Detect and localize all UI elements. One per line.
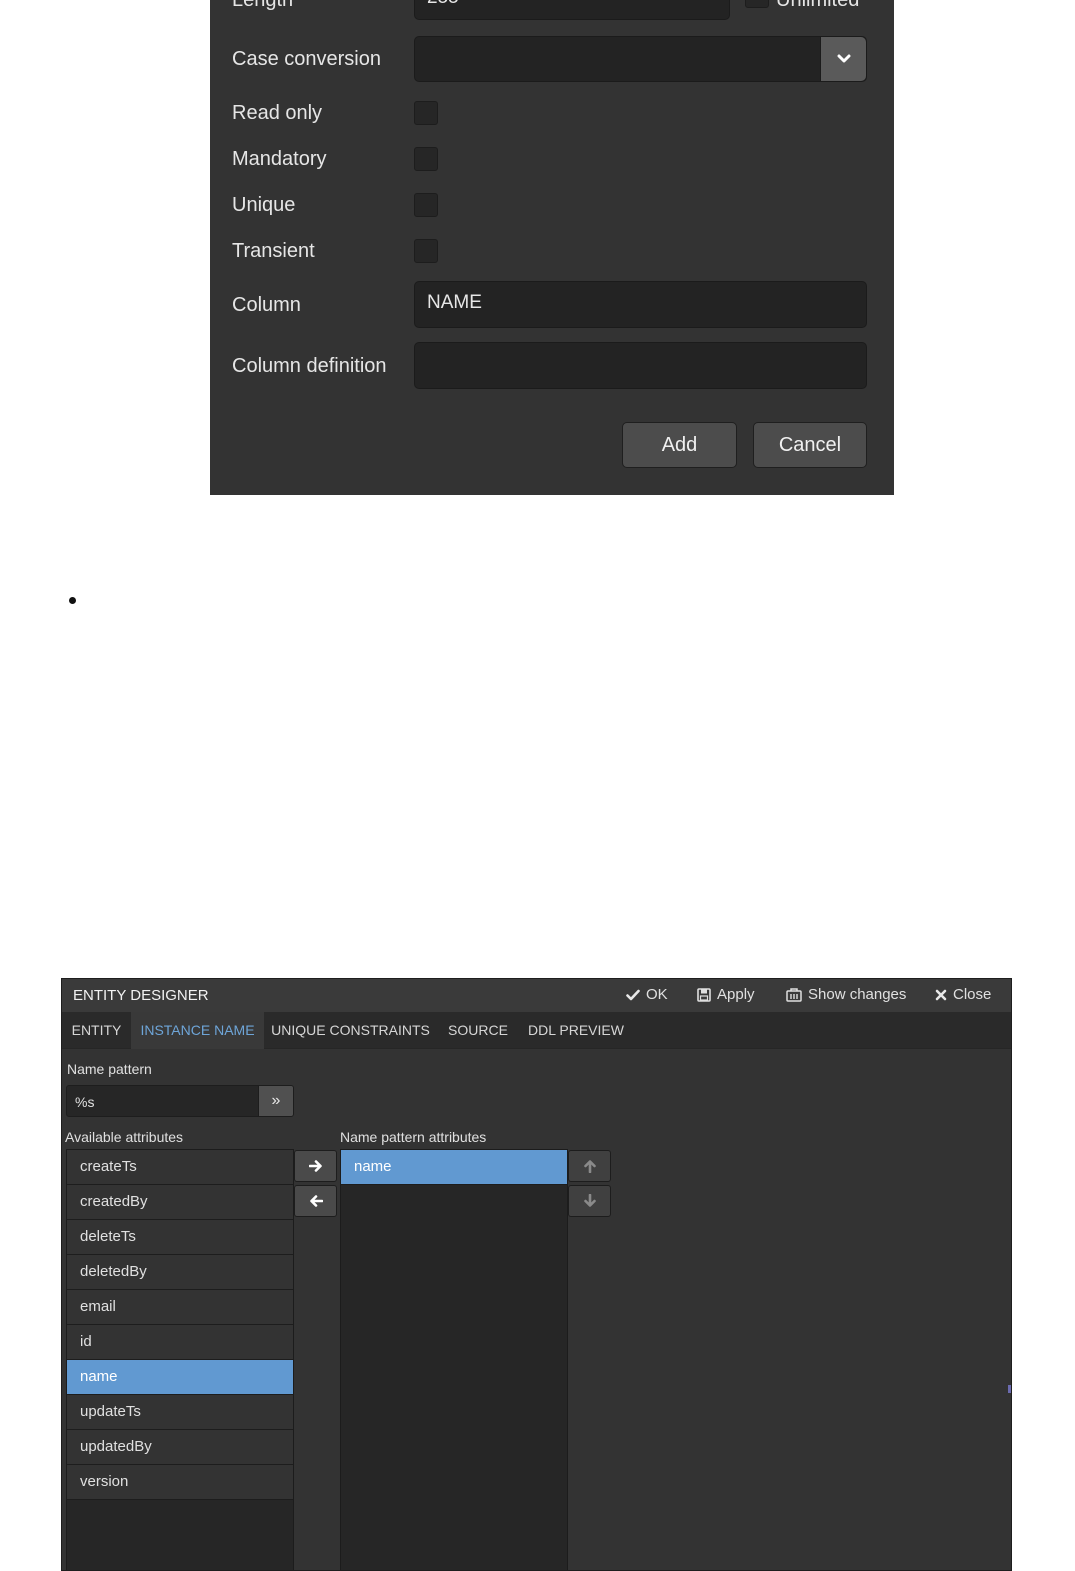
available-attributes-label: Available attributes <box>65 1129 184 1145</box>
column-input[interactable]: NAME <box>414 281 867 328</box>
name-pattern-attributes-list[interactable]: name <box>340 1149 568 1570</box>
name-pattern-label: Name pattern <box>67 1061 152 1077</box>
transient-label: Transient <box>232 240 315 262</box>
unlimited-checkbox[interactable] <box>745 0 769 8</box>
read-only-label: Read only <box>232 102 323 124</box>
list-item[interactable]: version <box>67 1465 293 1500</box>
arrow-down-icon <box>583 1194 596 1207</box>
list-item-selected[interactable]: name <box>67 1360 293 1395</box>
list-item[interactable]: updatedBy <box>67 1430 293 1465</box>
list-item[interactable]: createTs <box>67 1150 293 1185</box>
unlimited-label: Unlimited <box>776 0 860 11</box>
list-item[interactable]: updateTs <box>67 1395 293 1430</box>
entity-designer-window: ENTITY DESIGNER OK Apply Show changes Cl… <box>61 978 1012 1571</box>
designer-header: ENTITY DESIGNER OK Apply Show changes Cl… <box>62 979 1011 1012</box>
column-value: NAME <box>427 292 482 313</box>
name-pattern-input[interactable]: %s <box>66 1085 259 1117</box>
available-attributes-list[interactable]: createTs createdBy deleteTs deletedBy em… <box>66 1149 294 1570</box>
column-definition-label: Column definition <box>232 355 387 377</box>
designer-tabs: ENTITY INSTANCE NAME UNIQUE CONSTRAINTS … <box>62 1012 1011 1049</box>
ok-button[interactable]: OK <box>626 986 668 1003</box>
case-conversion-label: Case conversion <box>232 48 381 70</box>
tab-entity[interactable]: ENTITY <box>62 1012 131 1049</box>
dropdown-button[interactable] <box>820 37 866 81</box>
mandatory-label: Mandatory <box>232 148 327 170</box>
cancel-button[interactable]: Cancel <box>753 422 867 468</box>
list-item[interactable]: id <box>67 1325 293 1360</box>
case-conversion-select[interactable] <box>414 36 867 82</box>
column-definition-input[interactable] <box>414 342 867 389</box>
apply-button[interactable]: Apply <box>697 986 755 1003</box>
read-only-checkbox[interactable] <box>414 101 438 125</box>
arrow-left-icon <box>309 1195 323 1207</box>
unique-label: Unique <box>232 194 296 216</box>
ok-label: OK <box>646 986 668 1003</box>
tab-unique-constraints[interactable]: UNIQUE CONSTRAINTS <box>264 1012 437 1049</box>
list-item[interactable]: deleteTs <box>67 1220 293 1255</box>
unique-checkbox[interactable] <box>414 193 438 217</box>
name-pattern-attributes-label: Name pattern attributes <box>340 1129 487 1145</box>
name-pattern-apply-button[interactable]: » <box>258 1085 294 1117</box>
add-attribute-button[interactable] <box>294 1150 337 1182</box>
list-item[interactable]: email <box>67 1290 293 1325</box>
column-label: Column <box>232 294 301 316</box>
length-label: Length <box>232 0 294 11</box>
transient-checkbox[interactable] <box>414 239 438 263</box>
length-value: 255 <box>427 0 459 9</box>
list-item[interactable]: deletedBy <box>67 1255 293 1290</box>
save-icon <box>697 987 711 1002</box>
tab-instance-name[interactable]: INSTANCE NAME <box>131 1012 264 1049</box>
chevron-down-icon <box>837 54 850 63</box>
list-item[interactable]: createdBy <box>67 1185 293 1220</box>
show-changes-label: Show changes <box>808 986 907 1003</box>
move-down-button[interactable] <box>568 1185 611 1217</box>
length-input[interactable]: 255 <box>414 0 730 20</box>
tab-ddl-preview[interactable]: DDL PREVIEW <box>519 1012 633 1049</box>
move-up-button[interactable] <box>568 1150 611 1182</box>
close-button[interactable]: Close <box>935 986 991 1003</box>
close-label: Close <box>953 986 992 1003</box>
attribute-editor-dialog: Length 255 Unlimited Case conversion Rea… <box>210 0 894 495</box>
close-icon <box>935 989 947 1000</box>
name-pattern-value: %s <box>75 1094 95 1110</box>
tab-source[interactable]: SOURCE <box>437 1012 519 1049</box>
arrow-right-icon <box>308 1160 322 1172</box>
list-bullet <box>69 597 76 604</box>
changes-icon <box>786 988 802 1002</box>
window-resize-handle[interactable] <box>1008 1385 1011 1393</box>
arrow-up-icon <box>583 1160 596 1173</box>
check-icon <box>626 989 640 1000</box>
show-changes-button[interactable]: Show changes <box>786 986 906 1003</box>
remove-attribute-button[interactable] <box>294 1185 337 1217</box>
designer-title: ENTITY DESIGNER <box>73 987 209 1004</box>
add-button[interactable]: Add <box>622 422 737 468</box>
mandatory-checkbox[interactable] <box>414 147 438 171</box>
apply-label: Apply <box>717 986 755 1003</box>
list-item-selected[interactable]: name <box>341 1150 567 1185</box>
